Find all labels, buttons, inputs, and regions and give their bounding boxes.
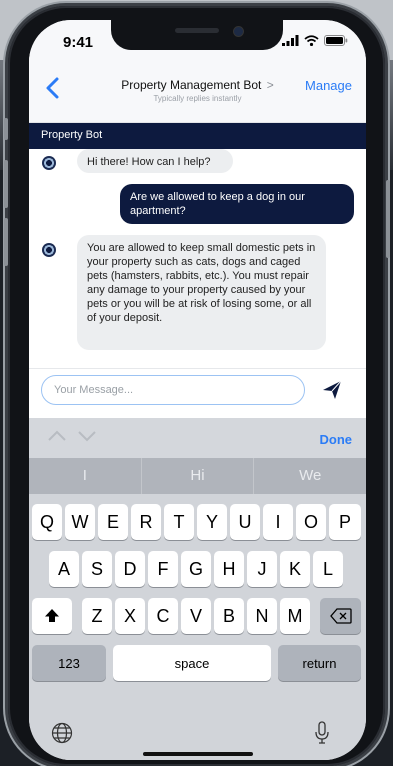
speaker-grille xyxy=(175,28,219,33)
volume-down-button xyxy=(4,218,8,266)
message-composer xyxy=(29,368,366,415)
key-x[interactable]: X xyxy=(115,598,145,634)
status-icons xyxy=(282,35,348,46)
key-w[interactable]: W xyxy=(65,504,95,540)
power-button xyxy=(386,180,390,258)
status-time: 9:41 xyxy=(63,34,94,51)
numbers-key[interactable]: 123 xyxy=(32,645,106,681)
globe-icon[interactable] xyxy=(51,722,73,744)
field-navigation xyxy=(47,430,97,442)
send-icon[interactable] xyxy=(321,379,343,401)
key-r[interactable]: R xyxy=(131,504,161,540)
key-h[interactable]: H xyxy=(214,551,244,587)
key-t[interactable]: T xyxy=(164,504,194,540)
key-c[interactable]: C xyxy=(148,598,178,634)
title-chevron-icon: > xyxy=(266,78,274,92)
delete-icon xyxy=(329,608,352,624)
battery-icon xyxy=(324,35,348,46)
message-list[interactable]: Hi there! How can I help? Are we allowed… xyxy=(29,149,366,369)
key-y[interactable]: Y xyxy=(197,504,227,540)
key-n[interactable]: N xyxy=(247,598,277,634)
keyboard-bottom-bar xyxy=(29,716,366,756)
message-bubble-bot: Hi there! How can I help? xyxy=(77,149,233,173)
chat-subtitle: Typically replies instantly xyxy=(153,94,242,103)
bot-name-bar: Property Bot xyxy=(29,123,366,149)
camera-icon xyxy=(233,26,244,37)
signal-icon xyxy=(282,35,299,46)
key-g[interactable]: G xyxy=(181,551,211,587)
key-k[interactable]: K xyxy=(280,551,310,587)
message-input[interactable] xyxy=(41,375,305,405)
volume-up-button xyxy=(4,160,8,208)
keyboard: I Hi We Q W E R T Y U I O P A S D F G H … xyxy=(29,458,366,760)
key-z[interactable]: Z xyxy=(82,598,112,634)
shift-icon xyxy=(45,609,59,622)
key-p[interactable]: P xyxy=(329,504,361,540)
key-s[interactable]: S xyxy=(82,551,112,587)
bot-name-label: Property Bot xyxy=(41,129,103,141)
done-button[interactable]: Done xyxy=(320,432,353,447)
key-e[interactable]: E xyxy=(98,504,128,540)
key-j[interactable]: J xyxy=(247,551,277,587)
shift-key[interactable] xyxy=(32,598,72,634)
wifi-icon xyxy=(304,35,319,46)
prediction-item[interactable]: Hi xyxy=(142,458,255,494)
mute-switch xyxy=(4,118,8,140)
key-q[interactable]: Q xyxy=(32,504,62,540)
keyboard-accessory-bar: Done xyxy=(29,418,366,458)
delete-key[interactable] xyxy=(320,598,361,634)
key-i[interactable]: I xyxy=(263,504,293,540)
key-l[interactable]: L xyxy=(313,551,343,587)
prediction-item[interactable]: I xyxy=(29,458,142,494)
chevron-up-icon[interactable] xyxy=(47,430,67,442)
message-bubble-user: Are we allowed to keep a dog in our apar… xyxy=(120,184,354,224)
key-o[interactable]: O xyxy=(296,504,326,540)
key-m[interactable]: M xyxy=(280,598,310,634)
key-u[interactable]: U xyxy=(230,504,260,540)
message-bubble-bot: You are allowed to keep small domestic p… xyxy=(77,235,326,350)
space-key[interactable]: space xyxy=(113,645,271,681)
chat-title-text: Property Management Bot xyxy=(121,78,262,92)
key-f[interactable]: F xyxy=(148,551,178,587)
bot-avatar-icon xyxy=(42,243,56,257)
notch xyxy=(111,20,283,50)
chevron-down-icon[interactable] xyxy=(77,430,97,442)
phone-screen: 9:41 Property Management Bot > Typically… xyxy=(29,20,366,760)
prediction-item[interactable]: We xyxy=(254,458,366,494)
return-key[interactable]: return xyxy=(278,645,361,681)
key-a[interactable]: A xyxy=(49,551,79,587)
manage-button[interactable]: Manage xyxy=(305,78,352,93)
bot-avatar-icon xyxy=(42,156,56,170)
prediction-bar: I Hi We xyxy=(29,458,366,494)
key-d[interactable]: D xyxy=(115,551,145,587)
chat-header: Property Management Bot > Typically repl… xyxy=(29,66,366,123)
key-b[interactable]: B xyxy=(214,598,244,634)
key-v[interactable]: V xyxy=(181,598,211,634)
microphone-icon[interactable] xyxy=(314,721,330,745)
